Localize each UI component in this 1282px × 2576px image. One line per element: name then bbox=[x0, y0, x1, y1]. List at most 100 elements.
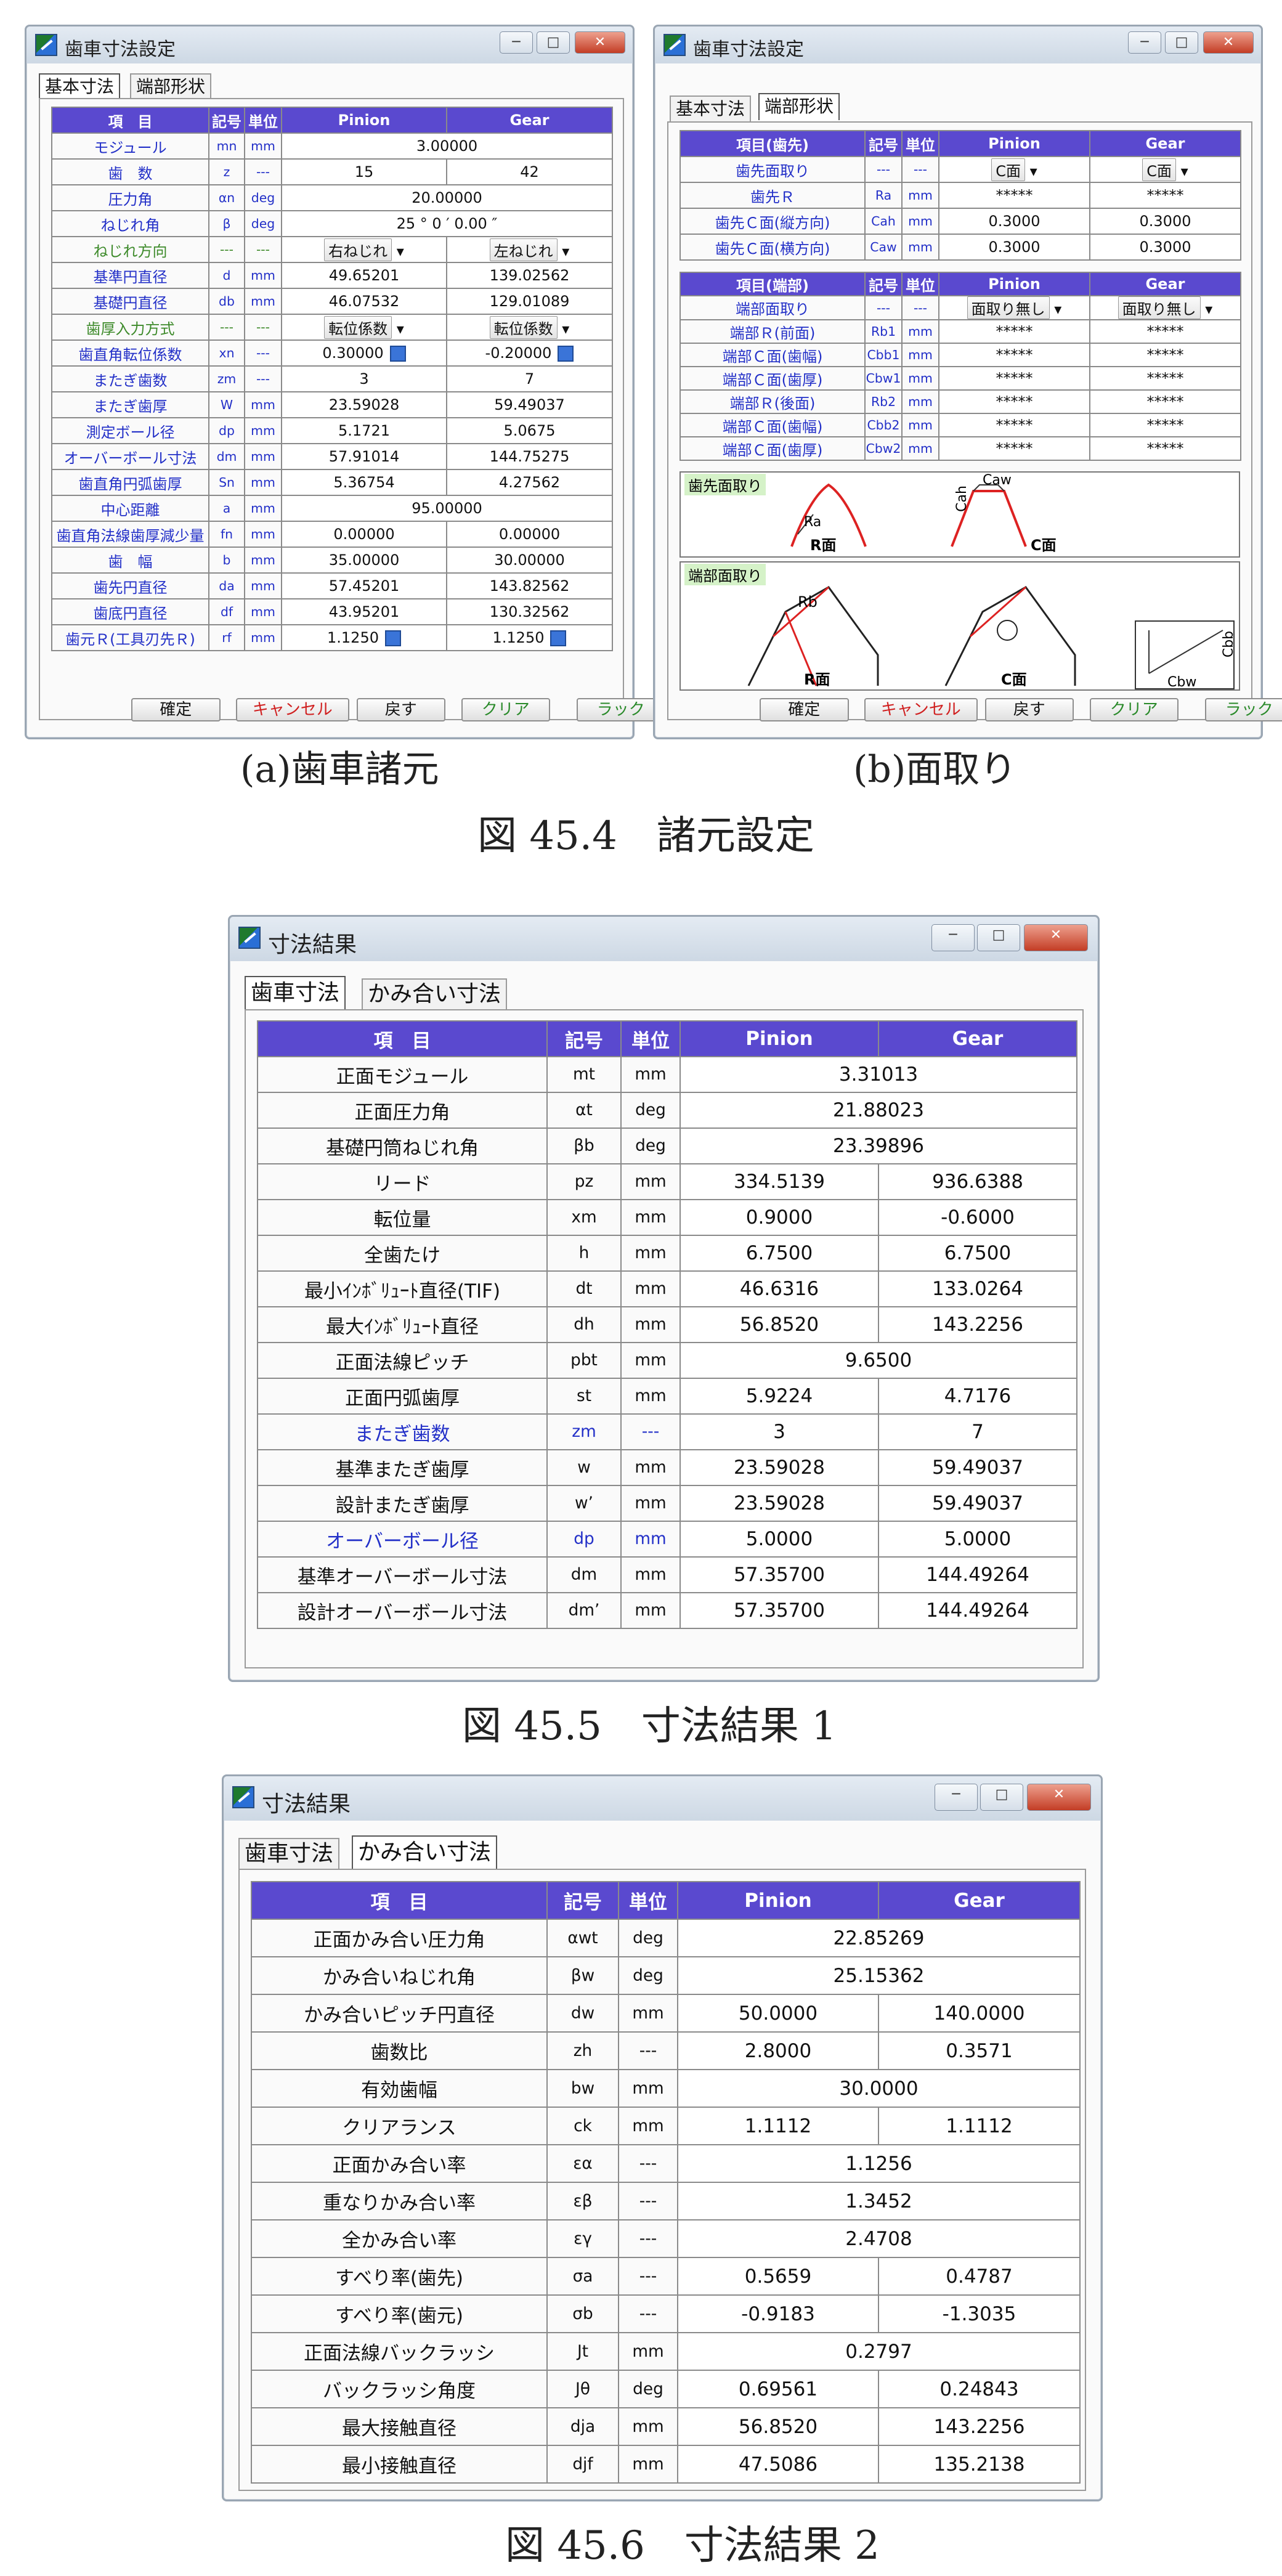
pinion-value[interactable]: 15 bbox=[281, 158, 447, 185]
pinion-value[interactable]: 0.3000 bbox=[938, 208, 1090, 235]
dropdown[interactable]: 転位係数 bbox=[489, 315, 558, 339]
gear-value[interactable]: ***** bbox=[1089, 319, 1241, 344]
gear-value[interactable]: ***** bbox=[1089, 182, 1241, 209]
pinion-value[interactable]: 右ねじれ ▾ bbox=[281, 236, 447, 263]
value-cell[interactable]: 25 ° 0 ′ 0.00 ″ bbox=[281, 210, 613, 237]
rack-button[interactable]: ラック bbox=[576, 698, 665, 721]
dropdown[interactable]: 右ねじれ bbox=[324, 238, 392, 261]
pinion-value[interactable]: 46.07532 bbox=[281, 288, 447, 315]
gear-value[interactable]: 144.75275 bbox=[446, 443, 613, 470]
cancel-button[interactable]: キャンセル bbox=[864, 698, 978, 721]
maximize-icon[interactable]: □ bbox=[1165, 31, 1198, 54]
gear-value[interactable]: 0.3000 bbox=[1089, 208, 1241, 235]
dropdown[interactable]: C面 bbox=[991, 158, 1026, 181]
pinion-value[interactable]: ***** bbox=[938, 319, 1090, 344]
gear-value[interactable]: 4.27562 bbox=[446, 469, 613, 496]
gear-value[interactable]: C面 ▾ bbox=[1089, 156, 1241, 183]
gear-value[interactable]: ***** bbox=[1089, 413, 1241, 437]
gear-value[interactable]: 129.01089 bbox=[446, 288, 613, 315]
gear-value[interactable]: -0.20000 bbox=[446, 339, 613, 367]
gear-value[interactable]: 30.00000 bbox=[446, 546, 613, 574]
minimize-icon[interactable]: ─ bbox=[931, 924, 975, 951]
gear-value[interactable]: 5.0675 bbox=[446, 417, 613, 444]
dropdown[interactable]: 面取り無し bbox=[1118, 297, 1201, 319]
pinion-value[interactable]: 5.36754 bbox=[281, 469, 447, 496]
minimize-icon[interactable]: ─ bbox=[1128, 31, 1161, 54]
pinion-value[interactable]: 0.3000 bbox=[938, 234, 1090, 261]
value-cell[interactable]: 95.00000 bbox=[281, 495, 613, 522]
minimize-icon[interactable]: ─ bbox=[500, 31, 533, 54]
pinion-value[interactable]: 0.00000 bbox=[281, 521, 447, 548]
tab-basic-dimensions[interactable]: 基本寸法 bbox=[39, 73, 121, 100]
pinion-value[interactable]: 0.30000 bbox=[281, 339, 447, 367]
rack-button[interactable]: ラック bbox=[1204, 698, 1282, 721]
gear-value[interactable]: 143.82562 bbox=[446, 572, 613, 599]
pinion-value[interactable]: ***** bbox=[938, 366, 1090, 391]
tab-basic-dimensions[interactable]: 基本寸法 bbox=[670, 95, 752, 123]
tab-end-shape[interactable]: 端部形状 bbox=[130, 73, 212, 100]
gear-value[interactable]: 転位係数 ▾ bbox=[446, 314, 613, 341]
pinion-value[interactable]: 43.95201 bbox=[281, 598, 447, 625]
cancel-button[interactable]: キャンセル bbox=[236, 698, 349, 721]
pinion-value[interactable]: ***** bbox=[938, 389, 1090, 414]
pinion-value[interactable]: ***** bbox=[938, 436, 1090, 461]
close-icon[interactable]: ✕ bbox=[575, 31, 625, 54]
tab-end-shape[interactable]: 端部形状 bbox=[758, 93, 840, 120]
maximize-icon[interactable]: □ bbox=[980, 1784, 1023, 1811]
tab-meshing-dimensions[interactable]: かみ合い寸法 bbox=[362, 978, 508, 1010]
value-cell[interactable]: 20.00000 bbox=[281, 184, 613, 211]
pinion-value[interactable]: 転位係数 ▾ bbox=[281, 314, 447, 341]
clear-button[interactable]: クリア bbox=[461, 698, 550, 721]
gear-value[interactable]: 0.00000 bbox=[446, 521, 613, 548]
dropdown[interactable]: 転位係数 bbox=[324, 315, 392, 339]
pinion-value[interactable]: 3 bbox=[281, 365, 447, 392]
pinion-value[interactable]: ***** bbox=[938, 413, 1090, 437]
maximize-icon[interactable]: □ bbox=[537, 31, 570, 54]
gear-value[interactable]: 139.02562 bbox=[446, 262, 613, 289]
gear-value[interactable]: 7 bbox=[446, 365, 613, 392]
gear-value[interactable]: 面取り無し ▾ bbox=[1089, 295, 1241, 320]
checkbox-icon[interactable] bbox=[389, 346, 406, 362]
checkbox-icon[interactable] bbox=[550, 630, 567, 646]
pinion-value[interactable]: ***** bbox=[938, 182, 1090, 209]
pinion-value[interactable]: 1.1250 bbox=[281, 624, 447, 651]
close-icon[interactable]: ✕ bbox=[1024, 924, 1088, 951]
confirm-button[interactable]: 確定 bbox=[760, 698, 849, 721]
pinion-value[interactable]: 5.1721 bbox=[281, 417, 447, 444]
close-icon[interactable]: ✕ bbox=[1203, 31, 1254, 54]
dropdown[interactable]: C面 bbox=[1142, 158, 1177, 181]
gear-value[interactable]: 59.49037 bbox=[446, 391, 613, 418]
gear-value[interactable]: ***** bbox=[1089, 389, 1241, 414]
close-icon[interactable]: ✕ bbox=[1027, 1784, 1091, 1811]
pinion-value[interactable]: 49.65201 bbox=[281, 262, 447, 289]
back-button[interactable]: 戻す bbox=[984, 698, 1074, 721]
checkbox-icon[interactable] bbox=[384, 630, 401, 646]
tab-gear-dimensions[interactable]: 歯車寸法 bbox=[238, 1838, 340, 1870]
gear-value[interactable]: 1.1250 bbox=[446, 624, 613, 651]
tab-meshing-dimensions[interactable]: かみ合い寸法 bbox=[352, 1835, 498, 1870]
gear-value[interactable]: ***** bbox=[1089, 366, 1241, 391]
clear-button[interactable]: クリア bbox=[1089, 698, 1179, 721]
dropdown[interactable]: 面取り無し bbox=[967, 297, 1050, 319]
pinion-value[interactable]: 57.45201 bbox=[281, 572, 447, 599]
tab-gear-dimensions[interactable]: 歯車寸法 bbox=[245, 976, 346, 1010]
back-button[interactable]: 戻す bbox=[356, 698, 445, 721]
dropdown[interactable]: 左ねじれ bbox=[489, 238, 558, 261]
pinion-value[interactable]: 面取り無し ▾ bbox=[938, 295, 1090, 320]
gear-value[interactable]: 0.3000 bbox=[1089, 234, 1241, 261]
checkbox-icon[interactable] bbox=[558, 346, 574, 362]
pinion-value[interactable]: C面 ▾ bbox=[938, 156, 1090, 183]
gear-value[interactable]: ***** bbox=[1089, 436, 1241, 461]
gear-value[interactable]: ***** bbox=[1089, 343, 1241, 367]
minimize-icon[interactable]: ─ bbox=[935, 1784, 978, 1811]
value-cell[interactable]: 3.00000 bbox=[281, 132, 613, 160]
pinion-value[interactable]: 57.91014 bbox=[281, 443, 447, 470]
pinion-value[interactable]: ***** bbox=[938, 343, 1090, 367]
confirm-button[interactable]: 確定 bbox=[131, 698, 221, 721]
gear-value[interactable]: 42 bbox=[446, 158, 613, 185]
gear-value[interactable]: 130.32562 bbox=[446, 598, 613, 625]
pinion-value[interactable]: 35.00000 bbox=[281, 546, 447, 574]
gear-value[interactable]: 左ねじれ ▾ bbox=[446, 236, 613, 263]
pinion-value[interactable]: 23.59028 bbox=[281, 391, 447, 418]
maximize-icon[interactable]: □ bbox=[977, 924, 1020, 951]
